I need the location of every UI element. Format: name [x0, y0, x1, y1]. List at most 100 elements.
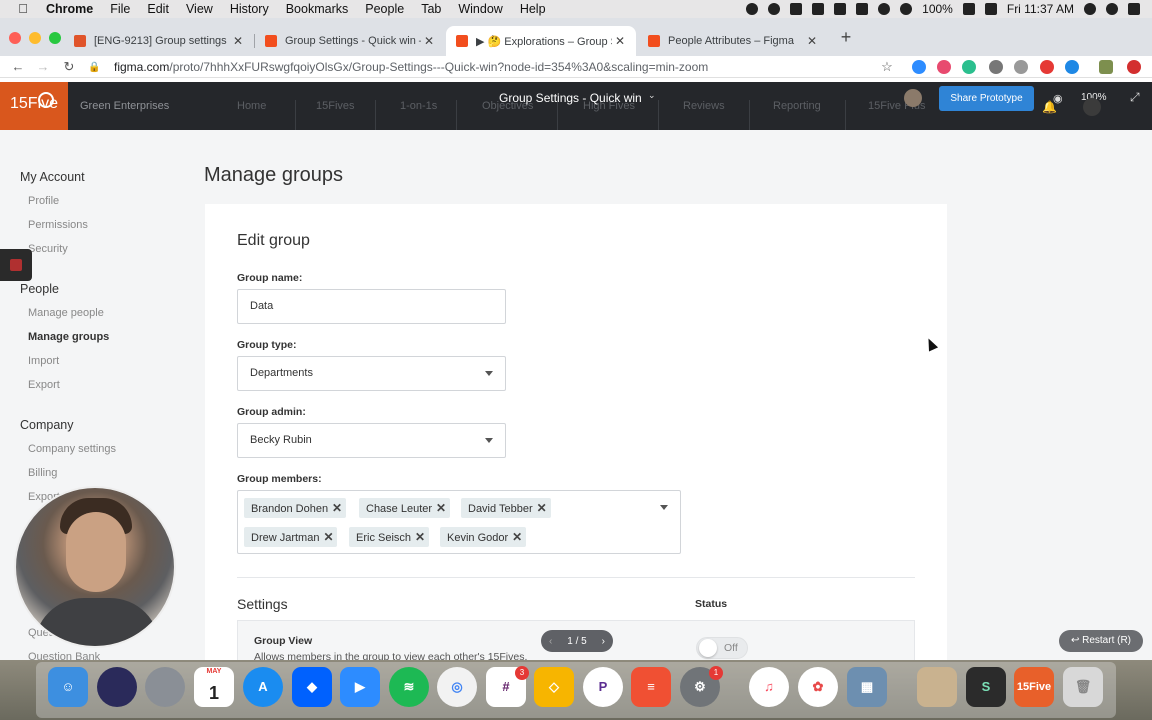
reload-icon[interactable]: ↻ [61, 59, 77, 75]
nav-reviews[interactable]: Reviews [683, 100, 725, 112]
menu-bookmarks[interactable]: Bookmarks [286, 2, 349, 16]
menu-window[interactable]: Window [458, 2, 502, 16]
search-icon[interactable] [38, 92, 54, 108]
chrome-icon[interactable]: ◎ [437, 667, 477, 707]
notification-center-icon[interactable] [1128, 3, 1140, 15]
group-type-select[interactable]: Departments [237, 356, 506, 391]
menu-tab[interactable]: Tab [421, 2, 441, 16]
dropbox-icon[interactable] [790, 3, 803, 15]
sidebar-item-question-bank[interactable]: Question Bank [28, 651, 100, 660]
nav-15fives[interactable]: 15Fives [316, 100, 355, 112]
camera-extension-icon[interactable] [1014, 60, 1028, 74]
group-name-input[interactable]: Data [237, 289, 506, 324]
extension-icon[interactable] [937, 60, 951, 74]
sidebar-item-company-settings[interactable]: Company settings [28, 443, 116, 455]
new-tab-button[interactable]: + [838, 26, 854, 48]
close-tab-icon[interactable]: ✕ [421, 34, 437, 48]
bookmark-star-icon[interactable]: ☆ [879, 59, 895, 75]
close-tab-icon[interactable]: ✕ [804, 34, 820, 48]
nav-home[interactable]: Home [237, 100, 266, 112]
sidebar-item-security[interactable]: Security [28, 243, 68, 255]
next-frame-icon[interactable]: › [602, 636, 605, 647]
chevron-down-icon[interactable] [660, 505, 668, 510]
restart-prototype-button[interactable]: ↩ Restart (R) [1059, 630, 1143, 652]
sidebar-item-permissions[interactable]: Permissions [28, 219, 88, 231]
group-admin-select[interactable]: Becky Rubin [237, 423, 506, 458]
nav-1on1s[interactable]: 1-on-1s [400, 100, 437, 112]
todo-app-icon[interactable]: ≡ [631, 667, 671, 707]
previous-frame-icon[interactable]: ‹ [549, 636, 552, 647]
remove-member-icon[interactable]: ✕ [411, 527, 429, 547]
eyedropper-extension-icon[interactable] [989, 60, 1003, 74]
forward-arrow-icon[interactable]: → [35, 59, 51, 74]
back-arrow-icon[interactable]: ← [10, 59, 26, 74]
sidebar-item-export[interactable]: Export [28, 379, 60, 391]
chevron-down-icon[interactable]: ⌄ [648, 90, 656, 101]
grid-icon[interactable] [856, 3, 869, 15]
prototype-title[interactable]: Group Settings - Quick win [499, 91, 642, 105]
app-store-icon[interactable]: A [243, 667, 283, 707]
menu-people[interactable]: People [365, 2, 404, 16]
siri-icon[interactable] [97, 667, 137, 707]
sidebar-item-manage-groups[interactable]: Manage groups [28, 331, 109, 343]
menu-view[interactable]: View [186, 2, 213, 16]
photo-thumbnail-icon[interactable] [917, 667, 957, 707]
15five-app-icon[interactable]: 15Five [1014, 667, 1054, 707]
wifi-icon[interactable] [900, 3, 913, 15]
launchpad-icon[interactable] [145, 667, 185, 707]
menu-history[interactable]: History [230, 2, 269, 16]
sidebar-item-manage-people[interactable]: Manage people [28, 307, 104, 319]
skitch-icon[interactable] [834, 3, 847, 15]
menu-help[interactable]: Help [520, 2, 546, 16]
bell-icon[interactable]: 🔔 [1042, 100, 1057, 114]
remove-member-icon[interactable]: ✕ [533, 498, 551, 518]
stop-recording-button[interactable] [0, 249, 32, 281]
nav-reporting[interactable]: Reporting [773, 100, 821, 112]
trash-icon[interactable]: 🗑 [1063, 667, 1103, 707]
viewer-avatar[interactable] [904, 89, 922, 107]
close-tab-icon[interactable]: ✕ [230, 34, 246, 48]
principle-icon[interactable]: P [583, 667, 623, 707]
browser-tab[interactable]: Group Settings - Quick win – F ✕ [255, 26, 445, 56]
battery-icon[interactable] [962, 3, 975, 15]
abstract-icon[interactable]: ✿ [798, 667, 838, 707]
preview-icon[interactable]: ▦ [847, 667, 887, 707]
close-tab-icon[interactable]: ✕ [612, 34, 628, 48]
spotify-icon[interactable]: ≋ [389, 667, 429, 707]
sketch-icon[interactable]: ◇ [534, 667, 574, 707]
remove-member-icon[interactable]: ✕ [319, 527, 337, 547]
sidebar-item-import[interactable]: Import [28, 355, 59, 367]
group-view-toggle[interactable]: Off [696, 637, 748, 659]
screen-record-icon[interactable] [746, 3, 759, 15]
extension-icon[interactable] [1065, 60, 1079, 74]
spotlight-search-icon[interactable] [1084, 3, 1096, 15]
sidebar-item-profile[interactable]: Profile [28, 195, 59, 207]
itunes-icon[interactable]: ♫ [749, 667, 789, 707]
flag-icon[interactable] [984, 3, 997, 15]
menu-edit[interactable]: Edit [147, 2, 169, 16]
browser-tab[interactable]: [ENG-9213] Group settings sh ✕ [64, 26, 254, 56]
creative-cloud-icon[interactable] [768, 3, 781, 15]
fullscreen-icon[interactable]: ⤢ [1130, 90, 1140, 105]
maximize-window-button[interactable] [49, 32, 61, 44]
share-prototype-button[interactable]: Share Prototype [939, 86, 1034, 111]
extension-icon[interactable] [1040, 60, 1054, 74]
remove-member-icon[interactable]: ✕ [508, 527, 526, 547]
sidebar-item-billing[interactable]: Billing [28, 467, 57, 479]
dropbox-icon[interactable]: ◆ [292, 667, 332, 707]
15five-logo[interactable]: 15Five [0, 82, 68, 130]
clock[interactable]: Fri 11:37 AM [1007, 2, 1074, 16]
siri-icon[interactable] [1106, 3, 1118, 15]
zoom-icon[interactable]: ▶ [340, 667, 380, 707]
menu-file[interactable]: File [110, 2, 130, 16]
user-avatar[interactable] [1083, 98, 1101, 116]
remove-member-icon[interactable]: ✕ [328, 498, 346, 518]
remove-member-icon[interactable]: ✕ [432, 498, 450, 518]
update-menu-icon[interactable] [1127, 60, 1141, 74]
finder-icon[interactable]: ☺ [48, 667, 88, 707]
sketch-runner-icon[interactable]: S [966, 667, 1006, 707]
extension-icon[interactable] [962, 60, 976, 74]
evernote-icon[interactable] [812, 3, 825, 15]
profile-avatar[interactable] [1099, 60, 1113, 74]
zoom-extension-icon[interactable] [912, 60, 926, 74]
